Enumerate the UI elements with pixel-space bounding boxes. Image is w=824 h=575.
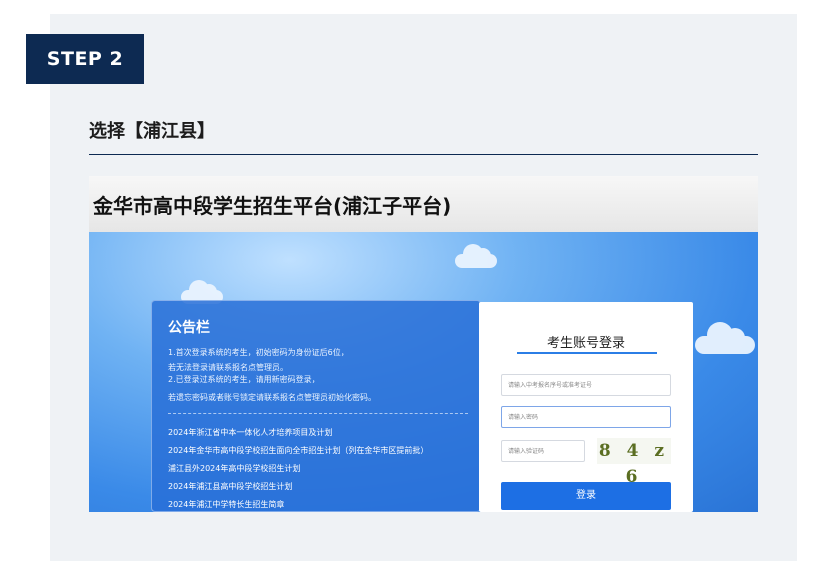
platform-header: 金华市高中段学生招生平台(浦江子平台) bbox=[89, 176, 758, 232]
notice-line: 1.首次登录系统的考生，初始密码为身份证后6位， bbox=[168, 348, 349, 357]
captcha-image[interactable]: 8 4 z 6 bbox=[597, 438, 671, 487]
notice-separator bbox=[168, 413, 468, 414]
captcha-input[interactable]: 请输入验证码 bbox=[501, 440, 585, 462]
cloud-icon bbox=[695, 322, 755, 354]
captcha-text: 8 4 z 6 bbox=[598, 441, 670, 487]
notice-link[interactable]: 2024年浙江省中本一体化人才培养项目及计划 bbox=[168, 427, 332, 438]
section-divider bbox=[89, 154, 758, 155]
notice-link[interactable]: 2024年金华市高中段学校招生面向全市招生计划（列在金华市区提前批） bbox=[168, 445, 428, 456]
login-title: 考生账号登录 bbox=[546, 336, 625, 351]
login-button[interactable]: 登录 bbox=[501, 482, 671, 510]
password-input[interactable]: 请输入密码 bbox=[501, 406, 671, 428]
notice-link[interactable]: 2024年浦江中学特长生招生简章 bbox=[168, 499, 284, 510]
notice-link[interactable]: 2024年浦江县高中段学校招生计划 bbox=[168, 481, 292, 492]
platform-title: 金华市高中段学生招生平台(浦江子平台) bbox=[93, 194, 452, 218]
login-title-underline bbox=[517, 352, 657, 354]
notice-line: 2.已登录过系统的考生，请用新密码登录， bbox=[168, 375, 320, 384]
embedded-screenshot: 金华市高中段学生招生平台(浦江子平台) 公告栏 1.首次登录系统的考生，初始密码… bbox=[89, 176, 758, 512]
cloud-icon bbox=[455, 244, 497, 268]
notice-line: 若遗忘密码或者账号锁定请联系报名点管理员初始化密码。 bbox=[168, 393, 376, 402]
account-input[interactable]: 请输入中考报名序号或准考证号 bbox=[501, 374, 671, 396]
notice-link[interactable]: 浦江县外2024年高中段学校招生计划 bbox=[168, 463, 300, 474]
step-badge: STEP 2 bbox=[26, 34, 144, 84]
section-title: 选择【浦江县】 bbox=[89, 121, 215, 142]
login-panel: 考生账号登录 请输入中考报名序号或准考证号 请输入密码 请输入验证码 8 4 z… bbox=[479, 302, 693, 512]
notice-line: 若无法登录请联系报名点管理员。 bbox=[168, 363, 288, 372]
notice-title: 公告栏 bbox=[168, 320, 210, 336]
notice-board: 公告栏 1.首次登录系统的考生，初始密码为身份证后6位， 若无法登录请联系报名点… bbox=[151, 300, 481, 512]
